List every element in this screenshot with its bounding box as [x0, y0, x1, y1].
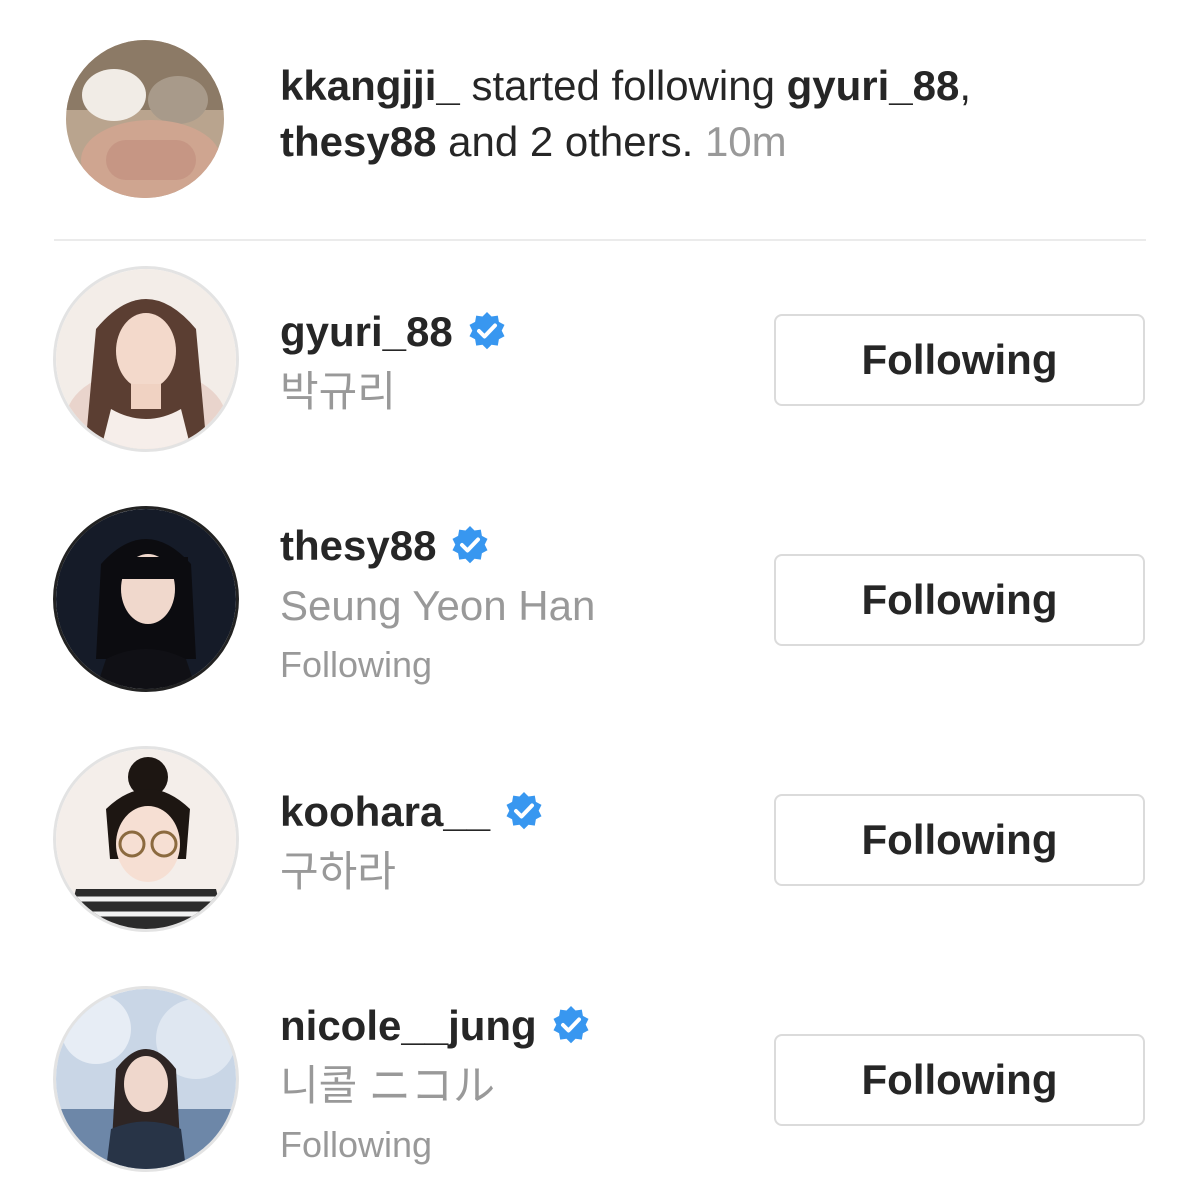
notification-text: kkangjji_ started following gyuri_88, th… [280, 58, 1160, 170]
divider [54, 239, 1146, 241]
following-button[interactable]: Following [774, 554, 1145, 646]
notification-time: 10m [704, 118, 787, 165]
following-button[interactable]: Following [774, 794, 1145, 886]
avatar[interactable] [53, 506, 239, 692]
actor-avatar[interactable] [66, 40, 224, 198]
notification-action: started following [471, 62, 775, 109]
following-button[interactable]: Following [774, 1034, 1145, 1126]
actor-username[interactable]: kkangjji_ [280, 62, 460, 109]
user-row[interactable]: thesy88 Seung Yeon Han Following Followi… [0, 506, 1200, 706]
user-row[interactable]: koohara__ 구하라 Following [0, 746, 1200, 946]
verified-icon [452, 525, 488, 564]
full-name: 박규리 [280, 368, 396, 415]
followed-user-1[interactable]: gyuri_88 [787, 62, 960, 109]
username[interactable]: koohara__ [280, 786, 544, 838]
verified-icon [469, 311, 505, 350]
avatar[interactable] [53, 986, 239, 1172]
others-text: and 2 others. [448, 118, 694, 165]
followed-user-2[interactable]: thesy88 [280, 118, 436, 165]
avatar[interactable] [53, 746, 239, 932]
following-status: Following [280, 644, 433, 685]
verified-icon [506, 791, 542, 830]
verified-icon [553, 1005, 589, 1044]
full-name: 구하라 [280, 848, 396, 895]
following-status: Following [280, 1124, 433, 1165]
user-row[interactable]: gyuri_88 박규리 Following [0, 266, 1200, 466]
username[interactable]: gyuri_88 [280, 306, 507, 358]
username[interactable]: nicole__jung [280, 1000, 591, 1052]
follow-notification[interactable]: kkangjji_ started following gyuri_88, th… [0, 0, 1200, 240]
comma: , [959, 62, 972, 109]
username[interactable]: thesy88 [280, 520, 490, 572]
user-row[interactable]: nicole__jung 니콜 ニコル Following Following [0, 986, 1200, 1186]
full-name: 니콜 ニコル [280, 1062, 495, 1109]
following-button[interactable]: Following [774, 314, 1145, 406]
full-name: Seung Yeon Han [280, 582, 596, 629]
avatar[interactable] [53, 266, 239, 452]
